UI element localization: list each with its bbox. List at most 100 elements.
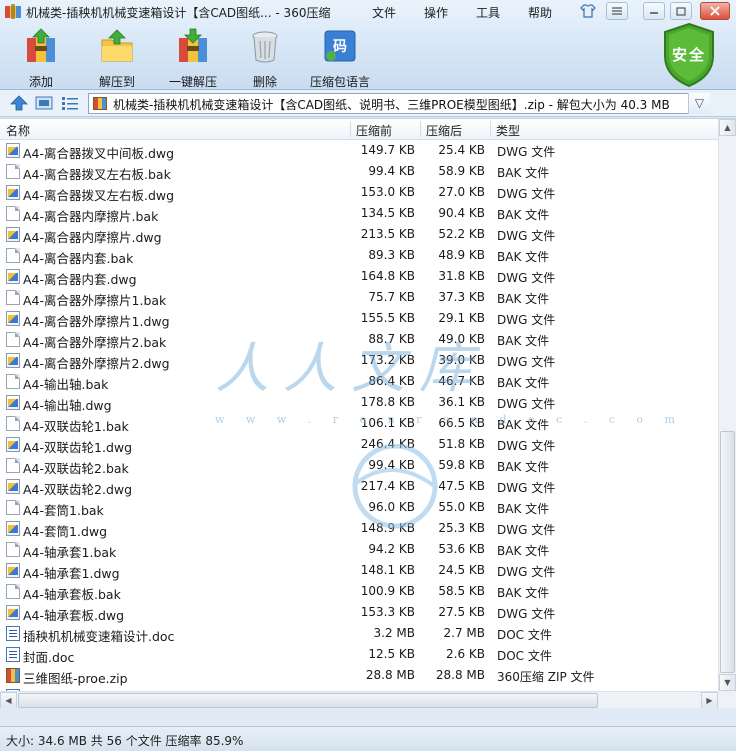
up-arrow-icon[interactable] [10, 95, 28, 111]
file-size: 3.2 MB [373, 626, 415, 640]
column-divider[interactable] [420, 121, 421, 137]
file-row[interactable]: A4-离合器外摩擦片1.bak 75.7 KB 37.3 KB BAK 文件 [0, 287, 718, 308]
horizontal-scrollbar[interactable]: ◀ ▶ [0, 691, 718, 709]
file-row[interactable]: A4-离合器内摩擦片.dwg 213.5 KB 52.2 KB DWG 文件 [0, 224, 718, 245]
file-row[interactable]: A4-套筒1.dwg 148.9 KB 25.3 KB DWG 文件 [0, 518, 718, 539]
file-name: A4-离合器拨叉左右板.dwg [23, 188, 175, 203]
scrollbar-corner [718, 691, 736, 709]
file-size: 28.8 MB [365, 668, 415, 682]
file-type: DWG 文件 [497, 565, 556, 579]
menu-tools[interactable]: 工具 [476, 4, 500, 21]
file-packed-size: 25.4 KB [438, 143, 485, 157]
column-size[interactable]: 压缩前 [356, 122, 392, 139]
scroll-left-icon[interactable]: ◀ [0, 692, 17, 709]
column-divider[interactable] [350, 121, 351, 137]
vertical-scrollbar[interactable]: ▲ ▼ [718, 119, 736, 691]
thumbnail-view-icon[interactable] [35, 95, 53, 111]
file-row[interactable]: A4-轴承套板.bak 100.9 KB 58.5 KB BAK 文件 [0, 581, 718, 602]
close-button[interactable] [700, 2, 730, 20]
skin-shirt-icon[interactable] [577, 2, 599, 20]
file-row[interactable]: A4-离合器拨叉中间板.dwg 149.7 KB 25.4 KB DWG 文件 [0, 140, 718, 161]
file-row[interactable]: A4-轴承套板.dwg 153.3 KB 27.5 KB DWG 文件 [0, 602, 718, 623]
extract-to-button[interactable]: 解压到 [82, 28, 152, 89]
chevron-down-icon[interactable]: ▽ [688, 93, 710, 114]
file-name: 封面.doc [23, 650, 75, 665]
add-button[interactable]: 添加 [6, 28, 76, 89]
security-shield[interactable]: 安全 [662, 22, 716, 88]
scroll-down-icon[interactable]: ▼ [719, 674, 736, 691]
column-type[interactable]: 类型 [496, 122, 520, 139]
list-header: 名称 压缩前 压缩后 类型 [0, 119, 718, 140]
path-field[interactable]: 机械类-插秧机机械变速箱设计【含CAD图纸、说明书、三维PROE模型图纸】.zi… [88, 93, 710, 114]
file-row[interactable]: A4-轴承套1.dwg 148.1 KB 24.5 KB DWG 文件 [0, 560, 718, 581]
minimize-button[interactable] [643, 2, 665, 20]
menu-help[interactable]: 帮助 [528, 4, 552, 21]
horizontal-scroll-thumb[interactable] [18, 693, 598, 708]
file-type: DOC 文件 [497, 649, 552, 663]
file-row[interactable]: A4-轴承套1.bak 94.2 KB 53.6 KB BAK 文件 [0, 539, 718, 560]
dwg-file-icon [6, 143, 20, 158]
one-click-extract-button[interactable]: 一键解压 [158, 28, 228, 89]
window-chrome: 机械类-插秧机机械变速箱设计【含CAD图纸... - 360压缩 文件 操作 工… [0, 0, 736, 90]
file-row[interactable]: A4-离合器内套.dwg 164.8 KB 31.8 KB DWG 文件 [0, 266, 718, 287]
file-row[interactable]: A4-离合器拨叉左右板.dwg 153.0 KB 27.0 KB DWG 文件 [0, 182, 718, 203]
bak-file-icon [6, 584, 20, 599]
file-row[interactable]: A4-双联齿轮1.dwg 246.4 KB 51.8 KB DWG 文件 [0, 434, 718, 455]
file-packed-size: 31.8 KB [438, 269, 485, 283]
file-type: BAK 文件 [497, 376, 550, 390]
file-row[interactable]: A4-套筒1.bak 96.0 KB 55.0 KB BAK 文件 [0, 497, 718, 518]
file-row[interactable]: A4-离合器内套.bak 89.3 KB 48.9 KB BAK 文件 [0, 245, 718, 266]
address-bar: 机械类-插秧机机械变速箱设计【含CAD图纸、说明书、三维PROE模型图纸】.zi… [0, 90, 736, 117]
bak-file-icon [6, 290, 20, 305]
column-name[interactable]: 名称 [6, 122, 30, 139]
maximize-button[interactable] [670, 2, 692, 20]
file-packed-size: 53.6 KB [438, 542, 485, 556]
file-row[interactable]: A4-离合器外摩擦片2.dwg 173.2 KB 39.0 KB DWG 文件 [0, 350, 718, 371]
column-divider[interactable] [490, 121, 491, 137]
scroll-up-icon[interactable]: ▲ [719, 119, 736, 136]
file-packed-size: 25.3 KB [438, 521, 485, 535]
file-packed-size: 51.8 KB [438, 437, 485, 451]
file-row[interactable]: A4-离合器拨叉左右板.bak 99.4 KB 58.9 KB BAK 文件 [0, 161, 718, 182]
file-name: A4-离合器内摩擦片.dwg [23, 230, 162, 245]
archive-language-label: 压缩包语言 [309, 75, 370, 89]
file-row[interactable]: A4-双联齿轮2.dwg 217.4 KB 47.5 KB DWG 文件 [0, 476, 718, 497]
file-name: A4-双联齿轮2.bak [23, 461, 129, 476]
file-row[interactable]: A4-离合器外摩擦片2.bak 88.7 KB 49.0 KB BAK 文件 [0, 329, 718, 350]
file-type: DOC 文件 [497, 628, 552, 642]
delete-button[interactable]: 删除 [230, 28, 300, 89]
file-row[interactable]: 三维图纸-proe.zip 28.8 MB 28.8 MB 360压缩 ZIP 文件 [0, 665, 718, 686]
file-size: 94.2 KB [368, 542, 415, 556]
scroll-right-icon[interactable]: ▶ [701, 692, 718, 709]
language-icon-glyph: 码 [333, 39, 347, 55]
menu-operation[interactable]: 操作 [424, 4, 448, 21]
file-row[interactable]: A4-输出轴.dwg 178.8 KB 36.1 KB DWG 文件 [0, 392, 718, 413]
file-packed-size: 58.9 KB [438, 164, 485, 178]
file-row[interactable]: A4-双联齿轮2.bak 99.4 KB 59.8 KB BAK 文件 [0, 455, 718, 476]
menu-file[interactable]: 文件 [372, 4, 396, 21]
file-size: 246.4 KB [360, 437, 415, 451]
vertical-scroll-thumb[interactable] [720, 431, 735, 673]
file-packed-size: 39.0 KB [438, 353, 485, 367]
list-view-icon[interactable] [61, 95, 79, 111]
file-packed-size: 2.7 MB [443, 626, 485, 640]
file-packed-size: 37.3 KB [438, 290, 485, 304]
file-row[interactable]: 插秧机机械变速箱设计.doc 3.2 MB 2.7 MB DOC 文件 [0, 623, 718, 644]
file-name: 三维图纸-proe.zip [23, 671, 128, 686]
file-type: DWG 文件 [497, 145, 556, 159]
file-packed-size: 27.0 KB [438, 185, 485, 199]
file-type: DWG 文件 [497, 355, 556, 369]
main-menu-button[interactable] [606, 2, 628, 20]
file-row[interactable]: A4-离合器外摩擦片1.dwg 155.5 KB 29.1 KB DWG 文件 [0, 308, 718, 329]
file-row[interactable]: 封面.doc 12.5 KB 2.6 KB DOC 文件 [0, 644, 718, 665]
column-packed[interactable]: 压缩后 [426, 122, 462, 139]
file-name: A4-离合器拨叉左右板.bak [23, 167, 171, 182]
file-row[interactable]: A4-输出轴.bak 86.4 KB 46.7 KB BAK 文件 [0, 371, 718, 392]
file-packed-size: 29.1 KB [438, 311, 485, 325]
one-click-extract-label: 一键解压 [168, 75, 217, 89]
file-type: DWG 文件 [497, 607, 556, 621]
file-row[interactable]: A4-离合器内摩擦片.bak 134.5 KB 90.4 KB BAK 文件 [0, 203, 718, 224]
file-size: 12.5 KB [368, 647, 415, 661]
file-name: A4-轴承套1.dwg [23, 566, 120, 581]
file-packed-size: 90.4 KB [438, 206, 485, 220]
